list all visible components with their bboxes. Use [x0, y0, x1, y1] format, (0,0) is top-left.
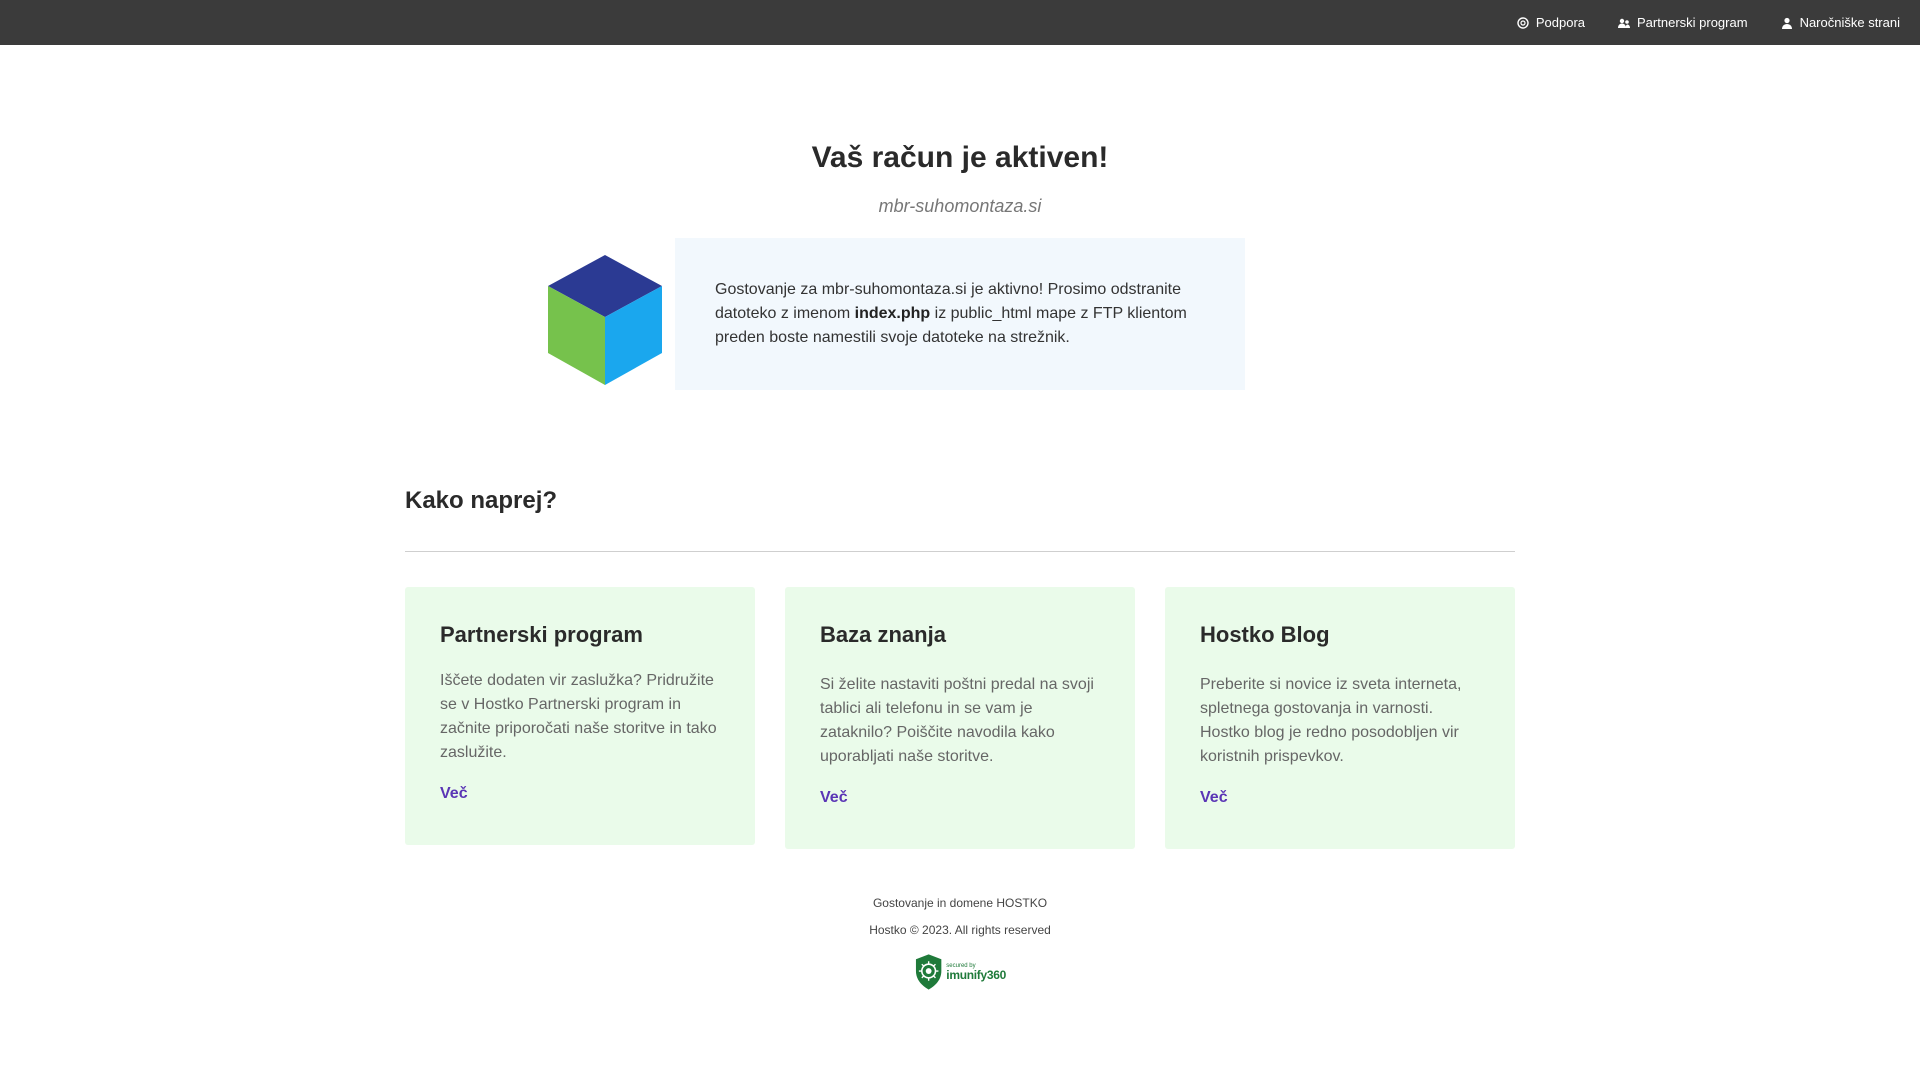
card-more-link[interactable]: Več: [1200, 789, 1228, 807]
support-icon: [1516, 16, 1530, 30]
card-hostko-blog: Hostko Blog Preberite si novice iz sveta…: [1165, 587, 1515, 849]
top-bar: Podpora Partnerski program Naročniške st…: [0, 0, 1920, 45]
notice-filename: index.php: [854, 305, 931, 322]
nav-support-label: Podpora: [1535, 15, 1586, 30]
card-text: Si želite nastaviti poštni predal na svo…: [820, 676, 1094, 765]
footer-copyright: Hostko © 2023. All rights reserved: [869, 923, 1051, 937]
footer-hosting-text: Gostovanje in domene HOSTKO: [872, 896, 1048, 910]
card-text: Iščete dodaten vir zaslužka? Pridružite …: [440, 672, 717, 761]
card-text: Preberite si novice iz sveta interneta, …: [1200, 676, 1462, 765]
card-title: Baza znanja: [820, 622, 946, 647]
section-title: Kako naprej?: [405, 487, 558, 514]
nav-client-area-link[interactable]: Naročniške strani: [1780, 15, 1900, 30]
nav-support-link[interactable]: Podpora: [1516, 15, 1585, 30]
user-icon: [1780, 16, 1794, 30]
card-knowledge-base: Baza znanja Si želite nastaviti poštni p…: [785, 587, 1135, 849]
card-title: Partnerski program: [440, 622, 643, 647]
account-domain: mbr-suhomontaza.si: [878, 196, 1042, 216]
card-partner-program: Partnerski program Iščete dodaten vir za…: [405, 587, 755, 845]
page-title: Vaš račun je aktiven!: [811, 141, 1109, 174]
shield-icon: [915, 954, 942, 990]
card-title: Hostko Blog: [1200, 622, 1330, 647]
nav-partner-label: Partnerski program: [1637, 15, 1748, 30]
badge-text: secured by imunify360: [946, 963, 1006, 981]
section-divider: [405, 551, 1515, 552]
nav-client-area-label: Naročniške strani: [1799, 15, 1900, 30]
nav-partner-link[interactable]: Partnerski program: [1617, 15, 1748, 30]
activation-notice: Gostovanje za mbr-suhomontaza.si je akti…: [675, 238, 1245, 390]
partner-icon: [1617, 16, 1631, 30]
cube-logo-icon: [546, 253, 664, 387]
top-navigation: Podpora Partnerski program Naročniške st…: [1484, 0, 1900, 45]
card-more-link[interactable]: Več: [820, 789, 848, 807]
badge-brand-text: imunify360: [946, 968, 1006, 982]
card-more-link[interactable]: Več: [440, 785, 468, 803]
imunify360-badge[interactable]: secured by imunify360: [914, 953, 1006, 991]
